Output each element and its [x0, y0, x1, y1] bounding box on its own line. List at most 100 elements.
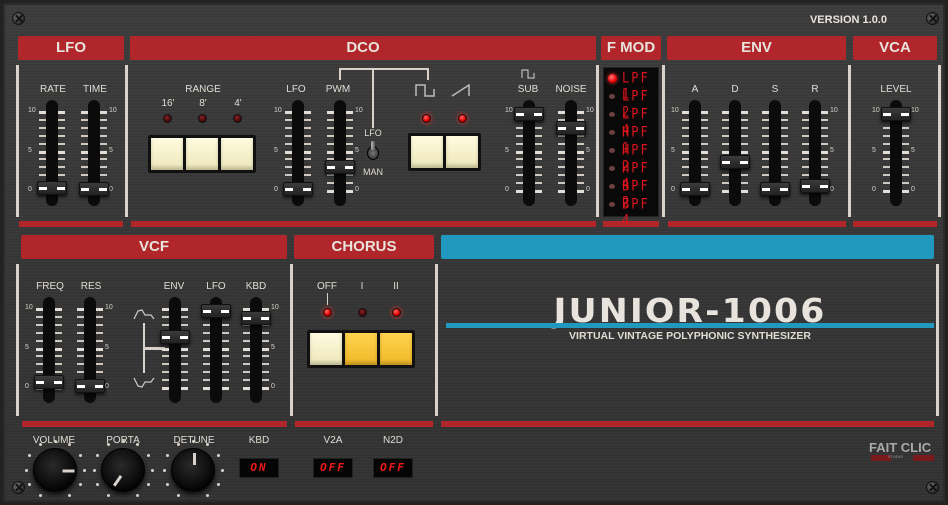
screw-icon	[12, 12, 25, 25]
divider	[435, 264, 438, 416]
slider-track[interactable]	[334, 100, 346, 206]
slider-handle[interactable]	[881, 107, 911, 122]
section-header-lfo: LFO	[18, 36, 124, 60]
slider-track[interactable]	[565, 100, 577, 206]
range-led-16	[163, 114, 172, 123]
wave-button-group	[408, 133, 481, 171]
square-wave-icon	[415, 84, 435, 97]
env-negative-icon	[133, 377, 155, 388]
v2a-display-button[interactable]: OFF	[313, 458, 353, 478]
divider	[662, 65, 665, 217]
product-subtitle: VIRTUAL VINTAGE POLYPHONIC SYNTHESIZER	[569, 330, 811, 342]
slider-track[interactable]	[729, 100, 741, 206]
filter-mode-option[interactable]: LPF 1	[604, 70, 660, 102]
pwm-source-man-label: MAN	[363, 167, 383, 177]
range-option-label: 4'	[234, 98, 242, 109]
slider-handle[interactable]	[556, 120, 586, 135]
knob-scale-dot	[162, 468, 166, 472]
scale-number: 0	[505, 186, 509, 193]
filter-mode-led	[609, 202, 615, 207]
n2d-display-button[interactable]: OFF	[373, 458, 413, 478]
filter-mode-option[interactable]: BPF 4	[604, 196, 660, 228]
scale-number: 10	[911, 107, 919, 114]
range-button-group	[148, 135, 256, 173]
chorus-button-group	[307, 330, 415, 368]
slider-handle[interactable]	[325, 160, 355, 175]
slider-handle[interactable]	[720, 154, 750, 169]
chorus-off-wire	[327, 293, 328, 305]
scale-number: 0	[911, 186, 915, 193]
scale-number: 0	[28, 186, 32, 193]
divider	[16, 65, 19, 217]
knob-scale-dot	[191, 439, 195, 443]
section-header-chorus: CHORUS	[294, 235, 434, 259]
chorus-ii-button[interactable]	[379, 332, 413, 366]
display-label-n2d: N2D	[382, 435, 403, 446]
chorus-i-button[interactable]	[344, 332, 378, 366]
pwm-wire	[372, 68, 374, 128]
filter-mode-option[interactable]: LPF 4	[604, 106, 660, 138]
sawtooth-wave-button[interactable]	[445, 135, 479, 169]
filter-mode-option[interactable]: BPF 2	[604, 178, 660, 210]
version-label: VERSION 1.0.0	[809, 14, 887, 26]
knob-detune[interactable]	[171, 448, 215, 492]
slider-handle[interactable]	[79, 182, 109, 197]
scale-number: 5	[28, 146, 32, 154]
range-option-label: 16'	[161, 98, 175, 109]
section-footer-bar	[19, 221, 123, 227]
filter-mode-option[interactable]: LPF 2	[604, 88, 660, 120]
slider-label-env-r: R	[811, 84, 819, 95]
chorus-off-button[interactable]	[309, 332, 343, 366]
knob-scale-dot	[68, 493, 71, 497]
filter-mode-selector[interactable]: LPF 1 LPF 2 LPF 4 HPF 1 HPF 2 HPF 4 BPF 2 BPF 4	[603, 67, 660, 228]
knob-scale-dot	[96, 454, 100, 457]
filter-mode-option[interactable]: HPF 4	[604, 160, 660, 192]
knob-scale-dot	[78, 454, 82, 457]
scale-number: 5	[911, 146, 915, 154]
chorus-option-ii-label: II	[393, 281, 399, 292]
slider-handle[interactable]	[75, 379, 105, 394]
slider-handle[interactable]	[241, 310, 271, 325]
scale-number: 5	[586, 146, 590, 154]
slider-track[interactable]	[169, 297, 181, 403]
knob-pointer	[112, 475, 123, 487]
filter-mode-option[interactable]: HPF 2	[604, 142, 660, 174]
scale-number: 10	[105, 304, 113, 311]
slider-handle[interactable]	[680, 182, 710, 197]
section-header-fmod: F MOD	[601, 36, 661, 60]
slider-handle[interactable]	[34, 374, 64, 389]
slider-handle[interactable]	[283, 182, 313, 197]
range-button-4[interactable]	[220, 137, 254, 171]
scale-number: 0	[25, 383, 29, 390]
slider-label-vca-level: LEVEL	[880, 84, 912, 95]
pwm-source-toggle-switch[interactable]	[367, 141, 379, 160]
product-title-underline	[446, 323, 934, 328]
square-wave-led	[422, 114, 431, 123]
knob-scale-dot	[177, 493, 180, 497]
knob-scale-dot	[107, 493, 110, 497]
knob-volume[interactable]	[33, 448, 77, 492]
knob-scale-dot	[53, 439, 57, 443]
synth-panel: VERSION 1.0.0 LFO DCO F MOD ENV VCA VCF …	[0, 0, 948, 505]
slider-handle[interactable]	[37, 180, 67, 195]
knob-porta[interactable]	[101, 448, 145, 492]
knob-scale-dot	[28, 483, 32, 486]
filter-mode-led	[609, 148, 615, 153]
range-label: RANGE	[185, 84, 221, 95]
scale-number: 5	[355, 146, 359, 154]
knob-scale-dot	[150, 468, 154, 472]
slider-handle[interactable]	[201, 304, 231, 319]
slider-handle[interactable]	[760, 182, 790, 197]
section-footer-bar	[295, 421, 433, 427]
slider-handle[interactable]	[514, 107, 544, 122]
chorus-ii-led	[392, 308, 401, 317]
kbd-display-button[interactable]: ON	[239, 458, 279, 478]
square-wave-button[interactable]	[410, 135, 444, 169]
slider-label-vcf-freq: FREQ	[36, 281, 64, 292]
filter-mode-option[interactable]: HPF 1	[604, 124, 660, 156]
filter-mode-led	[608, 74, 617, 83]
slider-handle[interactable]	[160, 329, 190, 344]
slider-handle[interactable]	[800, 179, 830, 194]
range-button-16[interactable]	[150, 137, 184, 171]
range-button-8[interactable]	[185, 137, 219, 171]
